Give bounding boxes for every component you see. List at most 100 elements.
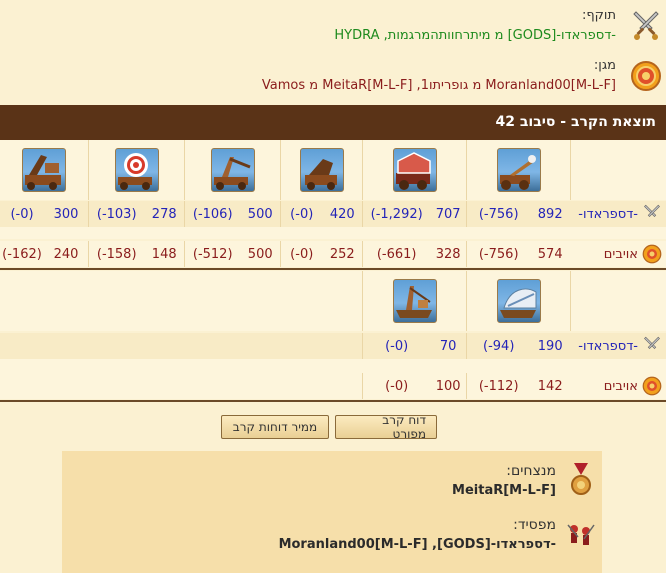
value-pair: 148 (158-) (88, 241, 184, 267)
unit-loss: (162-) (2, 246, 42, 262)
losers-label: מפסיד: (513, 517, 556, 533)
unit-loss: (661-) (376, 246, 417, 262)
value-pair: 70 (0-) (362, 333, 466, 359)
losers-value: -דספראדו-[GODS], Moranland00[M-L-F] (278, 537, 556, 552)
winners-value: MeitaR[M-L-F] (452, 483, 556, 498)
value-pair: 240 (162-) (0, 241, 88, 267)
unit-count: 328 (435, 246, 461, 262)
unit-count: 500 (247, 206, 273, 222)
winners-label: מנצחים: (506, 463, 556, 479)
unit-count: 278 (151, 206, 177, 222)
value-pair: 328 (661-) (362, 241, 466, 267)
row-spacer (0, 227, 666, 239)
unit-loss: (112-) (478, 378, 519, 394)
own-row-1: -דספראדו- 892 (756-) 707 (1,292-) 420 (0-) … (0, 201, 666, 227)
unit-count: 252 (329, 246, 355, 262)
unit-count: 100 (435, 378, 461, 394)
enemy-row-2: אויבים 142 (112-) 100 (0-) (0, 373, 666, 399)
unit-loss: (103-) (96, 206, 137, 222)
unit-loss: (106-) (192, 206, 233, 222)
unit-loss: (94-) (483, 338, 515, 354)
attacker-value[interactable]: -דספראדו-[GODS] מ מיתרחוותהמרגמות, HYDRA (334, 28, 616, 43)
value-pair: 420 (0-) (280, 201, 362, 227)
unit-count: 148 (151, 246, 177, 262)
unit-loss: (512-) (192, 246, 233, 262)
shield-icon (631, 61, 661, 91)
unit-count: 300 (53, 206, 79, 222)
battle-result-header: תוצאת הקרב - סיבוב 42 (0, 105, 666, 140)
value-pair: 100 (0-) (362, 373, 466, 399)
unit-icons-row-2 (0, 271, 666, 331)
ballista-unit-icon (392, 148, 437, 192)
unit-cell (362, 271, 466, 331)
value-pair: 892 (756-) (466, 201, 570, 227)
battle-title: תוצאת הקרב - סיבוב 42 (495, 114, 656, 130)
siege-cannon-unit-icon (22, 148, 66, 192)
unit-count: 574 (537, 246, 563, 262)
enemy-name-cell: אויבים (570, 373, 666, 399)
enemy-name: אויבים (603, 378, 638, 394)
unit-header-blank (570, 271, 666, 331)
enemy-name-cell: אויבים (570, 241, 666, 267)
unit-header-blank (570, 140, 666, 200)
enemy-name: אויבים (603, 246, 638, 262)
value-pair: 190 (94-) (466, 333, 570, 359)
unit-loss: (0-) (385, 338, 409, 354)
report-converter-button[interactable]: ממיר דוחות קרב (221, 415, 329, 439)
catapult-unit-icon (496, 148, 541, 192)
unit-loss: (756-) (478, 206, 519, 222)
defender-section: מגן: Moranland00[M-L-F] מ גופריתו1, Meit… (0, 58, 666, 102)
own-name-cell: -דספראדו- (570, 201, 666, 227)
value-pair: 500 (512-) (184, 241, 280, 267)
attacker-label: תוקף: (581, 8, 616, 23)
unit-cell (466, 271, 570, 331)
value-pair: 707 (1,292-) (362, 201, 466, 227)
defender-label: מגן: (593, 58, 616, 73)
unit-cell (88, 140, 184, 200)
crossed-swords-icon (644, 204, 660, 217)
unit-count: 142 (537, 378, 563, 394)
unit-count: 420 (329, 206, 355, 222)
own-name: -דספראדו- (578, 338, 638, 354)
unit-cell (0, 140, 88, 200)
unit-icons-row-1 (0, 140, 666, 200)
attacker-section: תוקף: -דספראדו-[GODS] מ מיתרחוותהמרגמות,… (0, 8, 666, 52)
unit-count: 707 (435, 206, 461, 222)
fallen-soldiers-icon (567, 524, 595, 545)
shield-icon (642, 244, 662, 264)
trebuchet-unit-icon (210, 148, 255, 192)
unit-loss: (756-) (478, 246, 519, 262)
value-pair: 500 (106-) (184, 201, 280, 227)
own-name-cell: -דספראדו- (570, 333, 666, 359)
mortar-unit-icon (299, 148, 344, 192)
shield-icon (642, 376, 662, 396)
section-divider (0, 400, 666, 402)
unit-loss: (0-) (290, 206, 314, 222)
value-pair: 142 (112-) (466, 373, 570, 399)
crane-ship-unit-icon (392, 279, 437, 323)
unit-cell (184, 140, 280, 200)
steam-ship-unit-icon (496, 279, 541, 323)
losers-block: מפסיד: -דספראדו-[GODS], Moranland00[M-L-… (62, 517, 602, 565)
unit-empty-cell (0, 271, 362, 331)
target-catapult-unit-icon (114, 148, 159, 192)
unit-count: 892 (537, 206, 563, 222)
value-pair: 252 (0-) (280, 241, 362, 267)
unit-cell (280, 140, 362, 200)
defender-value[interactable]: Moranland00[M-L-F] מ גופריתו1, MeitaR[M-… (262, 78, 616, 93)
unit-count: 70 (439, 338, 457, 354)
crossed-swords-icon (644, 336, 660, 349)
own-row-2: -דספראדו- 190 (94-) 70 (0-) (0, 333, 666, 359)
detailed-report-button[interactable]: דוח קרב מפורט (335, 413, 437, 441)
value-pair: 574 (756-) (466, 241, 570, 267)
unit-count: 240 (53, 246, 79, 262)
winners-block: מנצחים: MeitaR[M-L-F] (62, 463, 602, 511)
enemy-row-1: אויבים 574 (756-) 328 (661-) 252 (0-) 500 (5… (0, 241, 666, 267)
unit-loss: (0-) (385, 378, 409, 394)
unit-loss: (1,292-) (370, 206, 423, 222)
unit-loss: (0-) (10, 206, 34, 222)
value-pair: 300 (0-) (0, 201, 88, 227)
own-name: -דספראדו- (578, 206, 638, 222)
crossed-swords-icon (633, 11, 659, 40)
medal-icon (571, 463, 591, 495)
